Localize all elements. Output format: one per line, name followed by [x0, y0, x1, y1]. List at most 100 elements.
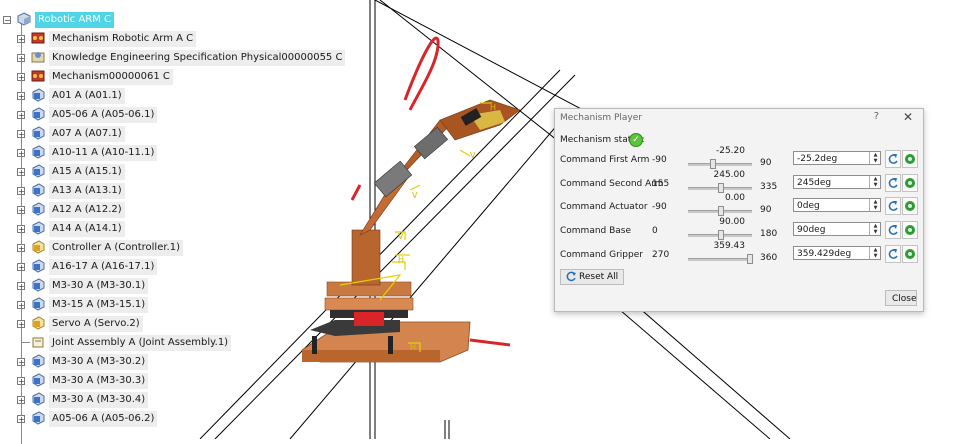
command-min: 0: [652, 226, 658, 237]
tree-item-label[interactable]: A05-06 A (A05-06.1): [49, 107, 158, 123]
tree-item-label[interactable]: Knowledge Engineering Specification Phys…: [49, 50, 346, 66]
tree-item-label[interactable]: M3-30 A (M3-30.1): [49, 278, 149, 294]
simulate-button[interactable]: [902, 197, 918, 216]
tree-item-label[interactable]: Mechanism00000061 C: [49, 69, 173, 85]
reset-all-button[interactable]: Reset All: [560, 269, 625, 285]
tree-item-label[interactable]: Joint Assembly A (Joint Assembly.1): [49, 335, 232, 351]
expand-icon[interactable]: +: [17, 377, 25, 386]
command-value-input[interactable]: 90deg: [793, 222, 881, 237]
tree-root-label[interactable]: Robotic ARM C: [35, 12, 115, 28]
spin-buttons[interactable]: ▲ ▼: [869, 152, 881, 164]
reset-value-button[interactable]: [885, 197, 901, 216]
expand-icon[interactable]: +: [17, 92, 25, 101]
expand-icon[interactable]: +: [17, 73, 25, 82]
command-min: -90: [652, 155, 667, 165]
spin-buttons[interactable]: ▲ ▼: [869, 223, 881, 236]
compass-red-line: [350, 184, 362, 201]
undo-icon: [888, 177, 898, 188]
command-value-input[interactable]: 0deg: [793, 198, 881, 213]
tree-item-label[interactable]: M3-30 A (M3-30.3): [49, 373, 149, 389]
expand-icon[interactable]: +: [17, 396, 25, 405]
simulate-button[interactable]: [902, 173, 918, 192]
tree-item-label[interactable]: A07 A (A07.1): [49, 126, 125, 142]
expand-icon[interactable]: +: [17, 111, 25, 120]
expand-icon[interactable]: +: [17, 301, 25, 310]
tree-item-label[interactable]: M3-15 A (M3-15.1): [49, 297, 149, 313]
tree-item-label[interactable]: Servo A (Servo.2): [49, 316, 143, 332]
expand-icon[interactable]: +: [17, 225, 25, 234]
command-min: 270: [652, 249, 670, 260]
command-slider-thumb[interactable]: [718, 182, 724, 193]
spin-down-icon[interactable]: ▼: [870, 158, 881, 164]
help-button[interactable]: ?: [874, 111, 879, 122]
reset-value-button[interactable]: [885, 173, 901, 192]
spin-down-icon[interactable]: ▼: [870, 205, 881, 211]
command-name: Command Second Arm: [560, 178, 664, 189]
tree-connector: [22, 342, 30, 343]
command-slider-track[interactable]: [688, 257, 752, 261]
undo-icon: [888, 248, 898, 259]
tree-item-label[interactable]: A16-17 A (A16-17.1): [49, 259, 158, 275]
close-icon[interactable]: ✕: [903, 110, 913, 124]
tree-item-label[interactable]: A12 A (A12.2): [49, 202, 125, 218]
tree-item-label[interactable]: Controller A (Controller.1): [49, 240, 184, 256]
command-slider-thumb[interactable]: [718, 206, 724, 217]
expand-icon[interactable]: +: [17, 149, 25, 158]
tree-item-label[interactable]: A14 A (A14.1): [49, 221, 125, 237]
reset-value-button[interactable]: [885, 244, 901, 263]
command-slider-thumb[interactable]: [718, 230, 724, 241]
spin-buttons[interactable]: ▲ ▼: [869, 246, 881, 259]
mechanism-icon: [31, 32, 45, 44]
expand-icon[interactable]: +: [17, 168, 25, 177]
tree-item-label[interactable]: M3-30 A (M3-30.2): [49, 354, 149, 370]
expand-icon[interactable]: +: [17, 35, 25, 44]
command-min: -90: [652, 202, 667, 213]
tree-item-label[interactable]: A05-06 A (A05-06.2): [49, 411, 158, 427]
tree-item-label[interactable]: Mechanism Robotic Arm A C: [49, 31, 197, 47]
part-icon: [32, 107, 45, 121]
close-button[interactable]: Close: [885, 290, 917, 306]
gear-icon: [905, 154, 915, 164]
tree-item-label[interactable]: A15 A (A15.1): [49, 164, 125, 180]
expand-icon[interactable]: +: [17, 244, 25, 253]
spin-down-icon[interactable]: ▼: [870, 253, 881, 259]
command-current: 359.43: [713, 240, 746, 251]
command-slider-thumb[interactable]: [709, 159, 716, 169]
simulate-button[interactable]: [902, 221, 918, 240]
collapse-icon[interactable]: −: [3, 16, 11, 25]
command-current: -25.20: [715, 146, 745, 156]
simulate-button[interactable]: [902, 244, 918, 263]
expand-icon[interactable]: +: [17, 130, 25, 139]
tree-item-label[interactable]: M3-30 A (M3-30.4): [49, 392, 149, 408]
command-slider-thumb[interactable]: [747, 253, 754, 264]
simulate-button[interactable]: [902, 150, 918, 168]
spin-down-icon[interactable]: ▼: [870, 182, 881, 188]
reset-value-button[interactable]: [885, 150, 901, 168]
mechanism-icon: [31, 70, 45, 82]
command-max: 90: [760, 205, 772, 216]
command-value-input[interactable]: 245deg: [793, 174, 881, 189]
command-name: Command Actuator: [560, 202, 648, 213]
spin-down-icon[interactable]: ▼: [870, 229, 881, 235]
spin-buttons[interactable]: ▲ ▼: [869, 175, 881, 188]
tree-item-label[interactable]: A01 A (A01.1): [49, 88, 125, 104]
reset-value-button[interactable]: [885, 221, 901, 240]
expand-icon[interactable]: +: [17, 263, 25, 272]
command-value-input[interactable]: -25.2deg: [793, 151, 881, 165]
product-icon: [32, 240, 45, 254]
spin-buttons[interactable]: ▲ ▼: [869, 199, 881, 212]
svg-text:V: V: [470, 151, 476, 160]
expand-icon[interactable]: +: [17, 358, 25, 367]
expand-icon[interactable]: +: [17, 187, 25, 196]
part-icon: [32, 221, 45, 235]
tree-item-label[interactable]: A10-11 A (A10-11.1): [49, 145, 158, 161]
expand-icon[interactable]: +: [17, 282, 25, 291]
tree-item-label[interactable]: A13 A (A13.1): [49, 183, 125, 199]
expand-icon[interactable]: +: [17, 54, 25, 63]
expand-icon[interactable]: +: [17, 320, 25, 329]
gear-icon: [905, 248, 915, 259]
expand-icon[interactable]: +: [17, 206, 25, 215]
expand-icon[interactable]: +: [17, 415, 25, 424]
command-slider-track[interactable]: [688, 163, 752, 166]
command-value-input[interactable]: 359.429deg: [793, 245, 881, 260]
